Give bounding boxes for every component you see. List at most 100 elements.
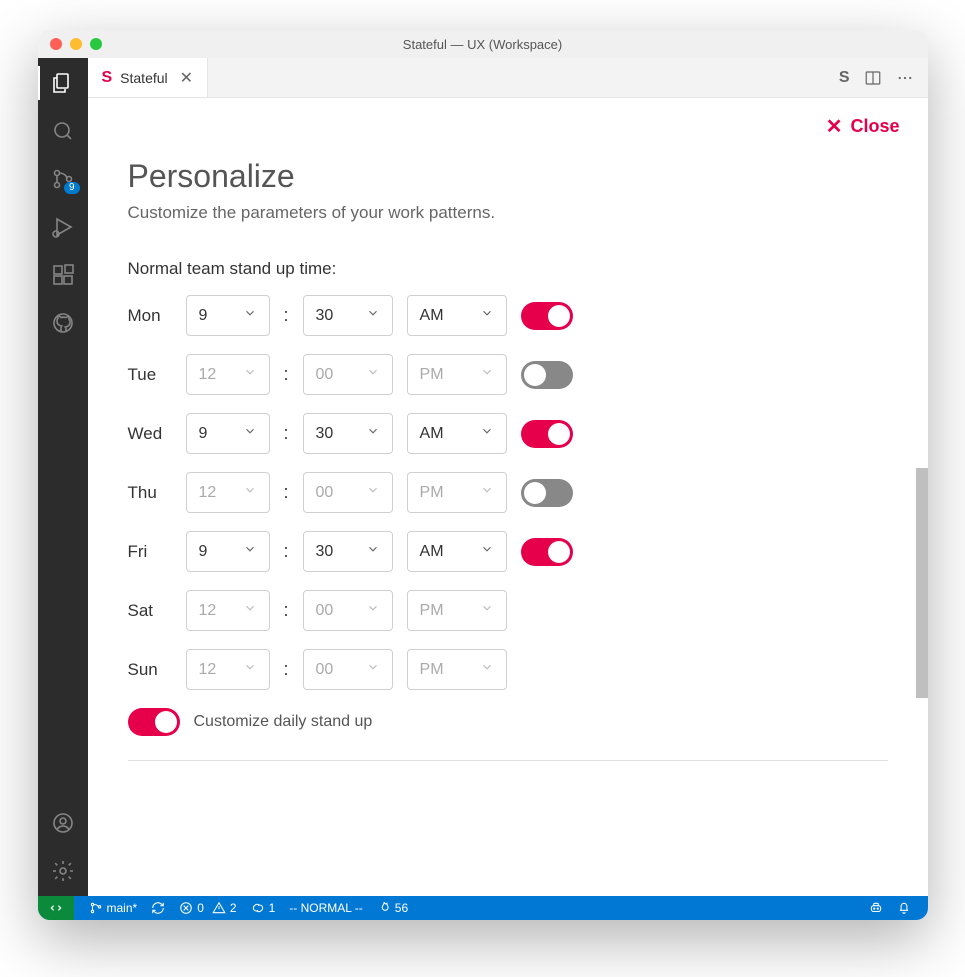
editor-content: S Stateful ✕ S ✕ Close [88, 58, 928, 896]
minimize-window-button[interactable] [70, 38, 82, 50]
day-row-fri: Fri9:30AM [128, 531, 888, 572]
tab-close-button[interactable]: ✕ [180, 68, 193, 88]
github-icon[interactable] [50, 310, 76, 336]
activity-bar: 9 [38, 58, 88, 896]
vim-mode-indicator[interactable]: -- NORMAL -- [282, 901, 370, 915]
customize-toggle[interactable] [128, 708, 180, 736]
hour-select[interactable]: 12 [186, 649, 270, 690]
page-subtitle: Customize the parameters of your work pa… [128, 203, 888, 223]
day-label: Mon [128, 306, 172, 326]
time-colon: : [284, 659, 289, 680]
day-toggle[interactable] [521, 361, 573, 389]
hour-select[interactable]: 9 [186, 295, 270, 336]
chevron-down-icon [480, 365, 494, 384]
day-row-tue: Tue12:00PM [128, 354, 888, 395]
close-window-button[interactable] [50, 38, 62, 50]
day-row-thu: Thu12:00PM [128, 472, 888, 513]
chevron-down-icon [480, 483, 494, 502]
problems-indicator[interactable]: 0 2 [172, 901, 243, 915]
day-rows: Mon9:30AMTue12:00PMWed9:30AMThu12:00PMFr… [128, 295, 888, 690]
day-toggle[interactable] [521, 420, 573, 448]
minute-select[interactable]: 00 [303, 354, 393, 395]
minute-select[interactable]: 30 [303, 295, 393, 336]
status-bar: main* 0 2 1 -- NORMAL -- 56 [38, 896, 928, 920]
day-toggle[interactable] [521, 302, 573, 330]
app-window: Stateful — UX (Workspace) 9 [38, 30, 928, 920]
scrollbar[interactable] [916, 468, 928, 698]
chevron-down-icon [366, 483, 380, 502]
day-row-wed: Wed 9:30 AM [128, 413, 888, 454]
day-toggle[interactable] [521, 479, 573, 507]
tab-bar: S Stateful ✕ S [88, 58, 928, 98]
standup-section-label: Normal team stand up time: [128, 259, 888, 279]
split-editor-icon[interactable] [864, 69, 882, 87]
chevron-down-icon [480, 660, 494, 679]
account-icon[interactable] [50, 810, 76, 836]
customize-row: Customize daily stand up [128, 708, 888, 736]
personalize-panel: ✕ Close Personalize Customize the parame… [88, 98, 928, 896]
notifications-icon[interactable] [890, 901, 918, 915]
remote-indicator[interactable] [38, 896, 74, 920]
time-colon: : [284, 600, 289, 621]
close-label: Close [850, 116, 899, 137]
minute-select[interactable]: 00 [303, 472, 393, 513]
day-row-mon: Mon 9:30 AM [128, 295, 888, 336]
day-label: Fri [128, 542, 172, 562]
tab-stateful[interactable]: S Stateful ✕ [88, 58, 209, 97]
divider [128, 760, 888, 761]
ampm-select[interactable]: PM [407, 590, 507, 631]
day-label: Sun [128, 660, 172, 680]
day-row-sun: Sun 12:00 PM [128, 649, 888, 690]
ampm-select[interactable]: PM [407, 649, 507, 690]
minute-select[interactable]: 30 [303, 531, 393, 572]
minute-select[interactable]: 00 [303, 590, 393, 631]
close-panel-button[interactable]: ✕ Close [826, 114, 900, 139]
settings-gear-icon[interactable] [50, 858, 76, 884]
ampm-select[interactable]: AM [407, 531, 507, 572]
day-label: Tue [128, 365, 172, 385]
titlebar: Stateful — UX (Workspace) [38, 30, 928, 58]
sync-button[interactable] [144, 901, 172, 915]
chevron-down-icon [243, 542, 257, 561]
source-control-icon[interactable]: 9 [50, 166, 76, 192]
main-area: 9 S Stateful [38, 58, 928, 896]
day-label: Thu [128, 483, 172, 503]
chevron-down-icon [243, 306, 257, 325]
ports-indicator[interactable]: 1 [244, 901, 283, 915]
ampm-select[interactable]: AM [407, 295, 507, 336]
copilot-icon[interactable] [862, 901, 890, 915]
ampm-select[interactable]: AM [407, 413, 507, 454]
ampm-select[interactable]: PM [407, 354, 507, 395]
hour-select[interactable]: 12 [186, 590, 270, 631]
chevron-down-icon [366, 306, 380, 325]
minute-select[interactable]: 00 [303, 649, 393, 690]
run-debug-icon[interactable] [50, 214, 76, 240]
branch-indicator[interactable]: main* [82, 901, 145, 915]
search-icon[interactable] [50, 118, 76, 144]
hour-select[interactable]: 9 [186, 413, 270, 454]
ampm-select[interactable]: PM [407, 472, 507, 513]
hour-select[interactable]: 12 [186, 354, 270, 395]
chevron-down-icon [480, 601, 494, 620]
explorer-icon[interactable] [50, 70, 76, 96]
chevron-down-icon [366, 365, 380, 384]
maximize-window-button[interactable] [90, 38, 102, 50]
chevron-down-icon [243, 365, 257, 384]
day-label: Wed [128, 424, 172, 444]
flame-indicator[interactable]: 56 [370, 901, 415, 915]
hour-select[interactable]: 12 [186, 472, 270, 513]
stateful-action-icon[interactable]: S [839, 69, 850, 87]
stateful-logo-icon: S [102, 69, 113, 87]
tab-label: Stateful [120, 70, 167, 86]
time-colon: : [284, 305, 289, 326]
time-colon: : [284, 423, 289, 444]
minute-select[interactable]: 30 [303, 413, 393, 454]
chevron-down-icon [366, 660, 380, 679]
chevron-down-icon [480, 306, 494, 325]
scm-badge: 9 [64, 182, 80, 194]
extensions-icon[interactable] [50, 262, 76, 288]
day-toggle[interactable] [521, 538, 573, 566]
hour-select[interactable]: 9 [186, 531, 270, 572]
traffic-lights [50, 38, 102, 50]
more-actions-icon[interactable] [896, 69, 914, 87]
